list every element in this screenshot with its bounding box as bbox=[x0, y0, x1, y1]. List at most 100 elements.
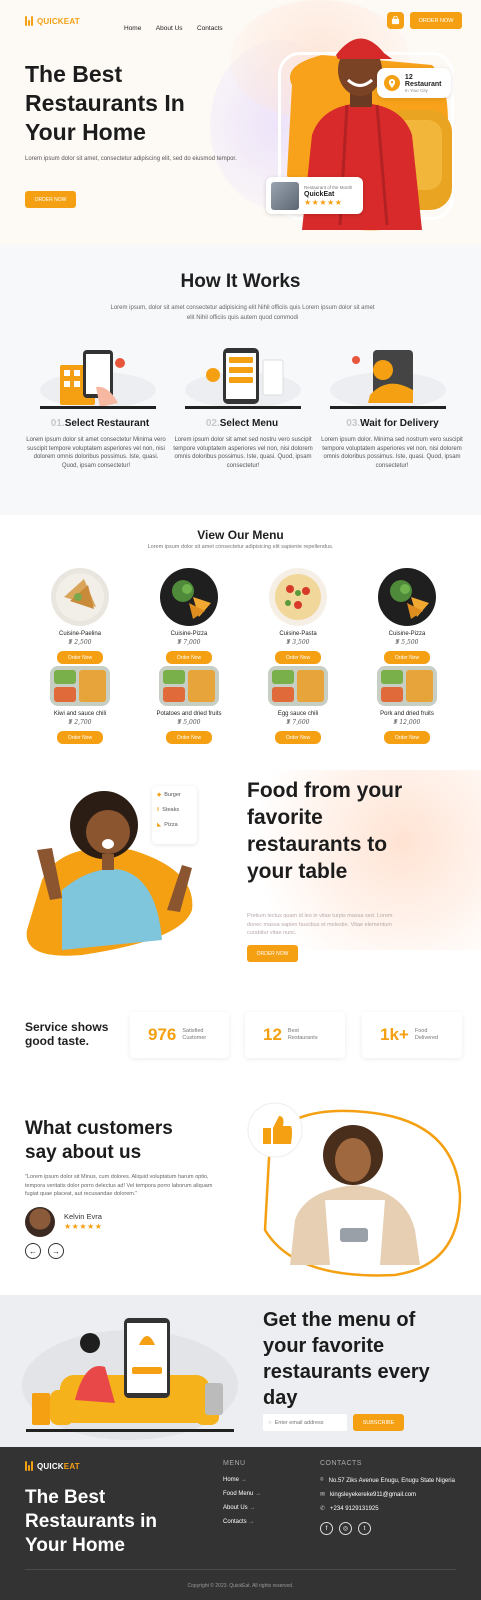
dish-image bbox=[378, 568, 436, 626]
restaurant-thumbnail bbox=[271, 181, 299, 210]
dish-price: ₦ 7,000 bbox=[177, 639, 201, 646]
shopping-bag-icon bbox=[391, 16, 400, 25]
dish-name: Kiwi and sauce chili bbox=[53, 711, 107, 717]
twitter-icon[interactable]: t bbox=[358, 1522, 371, 1535]
brand-name: QUICK bbox=[37, 16, 64, 26]
dish-price: ₦ 7,600 bbox=[286, 719, 310, 726]
brand-logo[interactable]: QUICKEAT bbox=[25, 16, 80, 26]
hero-text: Lorem ipsum dolor sit amet, consectetur … bbox=[25, 156, 237, 162]
footer-title: The Best Restaurants in Your Home bbox=[25, 1487, 157, 1556]
food-title: Food from your favorite restaurants to y… bbox=[247, 779, 403, 883]
stat-food-delivered: 1k+ Food Delivered bbox=[362, 1012, 462, 1058]
dish-image bbox=[159, 666, 219, 706]
dish-image bbox=[50, 666, 110, 706]
step-3-text: Lorem ipsum dolor. Minima sed nostrum ve… bbox=[321, 437, 463, 469]
tag-pizza[interactable]: ◣ Pizza bbox=[157, 822, 192, 828]
dish-image bbox=[377, 666, 437, 706]
order-now-button[interactable]: Order Now bbox=[57, 731, 103, 744]
menu-item: Cuisine-Pizza ₦ 7,000 Order Now bbox=[149, 567, 229, 664]
nav-home[interactable]: Home bbox=[124, 25, 141, 32]
fork-knife-icon bbox=[25, 1461, 34, 1471]
instagram-icon[interactable]: ◎ bbox=[339, 1522, 352, 1535]
dish-price: ₦ 5,500 bbox=[395, 639, 419, 646]
order-now-button[interactable]: Order Now bbox=[166, 731, 212, 744]
step-3-title: 03.Wait for Delivery bbox=[346, 418, 439, 429]
avatar bbox=[25, 1207, 55, 1237]
footer-link-food-menu[interactable]: Food Menu → bbox=[223, 1491, 261, 1497]
how-it-works-section: How It Works Lorem ipsum, dolor sit amet… bbox=[0, 245, 481, 515]
mail-icon: ✉ bbox=[320, 1492, 326, 1498]
footer-email[interactable]: ✉ kingsleyekereke911@gmail.com bbox=[320, 1491, 416, 1499]
next-arrow-button[interactable]: → bbox=[48, 1243, 64, 1259]
menu-item: Pork and dried fruits ₦ 12,000 Order Now bbox=[367, 665, 447, 744]
facebook-icon[interactable]: f bbox=[320, 1522, 333, 1535]
testimonial-quote: "Lorem ipsum dolor sit Minus, cum dolore… bbox=[25, 1174, 213, 1197]
reviewer-name: Kelvin Evra bbox=[64, 1212, 102, 1221]
order-now-button[interactable]: Order Now bbox=[57, 651, 103, 664]
location-pin-icon bbox=[384, 75, 400, 91]
badge-subtitle: In Your City bbox=[404, 87, 428, 93]
order-now-button[interactable]: Order Now bbox=[384, 731, 430, 744]
pizza-icon: ◣ bbox=[157, 822, 162, 828]
tag-burger[interactable]: ◆ Burger bbox=[157, 792, 192, 798]
footer-link-contacts[interactable]: Contacts → bbox=[223, 1519, 254, 1525]
prev-arrow-button[interactable]: ← bbox=[25, 1243, 41, 1259]
menu-item: Cuisine-Paelina ₦ 2,500 Order Now bbox=[40, 567, 120, 664]
menu-subtitle: Lorem ipsum dolor sit amet consectetur a… bbox=[147, 544, 334, 550]
dish-image bbox=[51, 568, 109, 626]
footer-link-about[interactable]: About Us → bbox=[223, 1505, 255, 1511]
dish-image bbox=[160, 568, 218, 626]
food-text: Pretium lectus quam id leo in vitae turp… bbox=[247, 913, 393, 936]
dish-name: Cuisine-Pizza bbox=[388, 631, 426, 637]
step-1-text: Lorem ipsum dolor sit amet consectetur M… bbox=[26, 437, 166, 469]
reviewer-stars: ★★★★★ bbox=[64, 1222, 103, 1231]
order-now-button[interactable]: Order Now bbox=[384, 651, 430, 664]
badge-title: 12 Restaurant bbox=[404, 73, 442, 88]
hero-order-button[interactable]: ORDER NOW bbox=[25, 191, 76, 208]
menu-item: Egg sauce chili ₦ 7,600 Order Now bbox=[258, 665, 338, 744]
food-order-button[interactable]: ORDER NOW bbox=[247, 945, 298, 962]
step-2-text: Lorem ipsum dolor sit amet sed nostru ve… bbox=[173, 437, 313, 469]
dish-name: Potatoes and dried fruits bbox=[156, 711, 222, 717]
menu-item: Potatoes and dried fruits ₦ 5,000 Order … bbox=[149, 665, 229, 744]
order-now-button[interactable]: Order Now bbox=[275, 651, 321, 664]
email-field[interactable]: ○ bbox=[263, 1414, 347, 1431]
brand-name-accent: EAT bbox=[63, 1461, 80, 1471]
subscribe-button[interactable]: SUBSCRIBE bbox=[353, 1414, 404, 1431]
restaurant-label: Restaurant of the Month bbox=[304, 184, 353, 190]
footer-menu-title: MENU bbox=[223, 1460, 246, 1467]
dish-image bbox=[268, 666, 328, 706]
rating-stars: ★★★★★ bbox=[304, 197, 343, 207]
order-now-button[interactable]: Order Now bbox=[275, 731, 321, 744]
email-icon: ○ bbox=[268, 1419, 272, 1426]
dish-price: ₦ 5,000 bbox=[177, 719, 201, 726]
phone-icon: ✆ bbox=[320, 1506, 326, 1512]
footer-link-home[interactable]: Home → bbox=[223, 1477, 247, 1483]
dish-price: ₦ 3,500 bbox=[286, 639, 310, 646]
footer-logo[interactable]: QUICKEAT bbox=[25, 1461, 80, 1471]
footer-phone[interactable]: ✆ +234 9129131925 bbox=[320, 1505, 379, 1513]
customer-woman-image bbox=[247, 1102, 462, 1277]
order-now-button[interactable]: Order Now bbox=[166, 651, 212, 664]
fork-knife-icon bbox=[25, 16, 34, 26]
email-input[interactable] bbox=[274, 1419, 345, 1426]
nav-about[interactable]: About Us bbox=[156, 25, 183, 32]
footer-divider bbox=[25, 1569, 456, 1570]
dish-name: Cuisine-Pizza bbox=[170, 631, 208, 637]
nav-contacts[interactable]: Contacts bbox=[197, 25, 223, 32]
dish-price: ₦ 12,000 bbox=[393, 719, 421, 726]
menu-title: View Our Menu bbox=[197, 528, 284, 542]
menu-item: Cuisine-Pasta ₦ 3,500 Order Now bbox=[258, 567, 338, 664]
how-text: Lorem ipsum, dolor sit amet consectetur … bbox=[110, 305, 375, 321]
restaurant-of-month-card: Restaurant of the Month QuickEat ★★★★★ bbox=[266, 177, 363, 214]
menu-item: Kiwi and sauce chili ₦ 2,700 Order Now bbox=[40, 665, 120, 744]
tag-steaks[interactable]: ‖ Steaks bbox=[157, 807, 192, 813]
select-restaurant-illustration bbox=[40, 350, 156, 409]
restaurant-count-badge: 12 Restaurant In Your City bbox=[377, 68, 451, 98]
food-tags-card: ◆ Burger ‖ Steaks ◣ Pizza bbox=[152, 786, 197, 844]
stat-customers: 976 Satisfied Customer bbox=[130, 1012, 229, 1058]
stat-restaurants: 12 Best Restaurants bbox=[245, 1012, 345, 1058]
subscribe-illustration bbox=[22, 1318, 238, 1440]
hero-title: The Best Restaurants In Your Home bbox=[25, 61, 185, 145]
stats-heading: Service shows good taste. bbox=[25, 1020, 109, 1048]
